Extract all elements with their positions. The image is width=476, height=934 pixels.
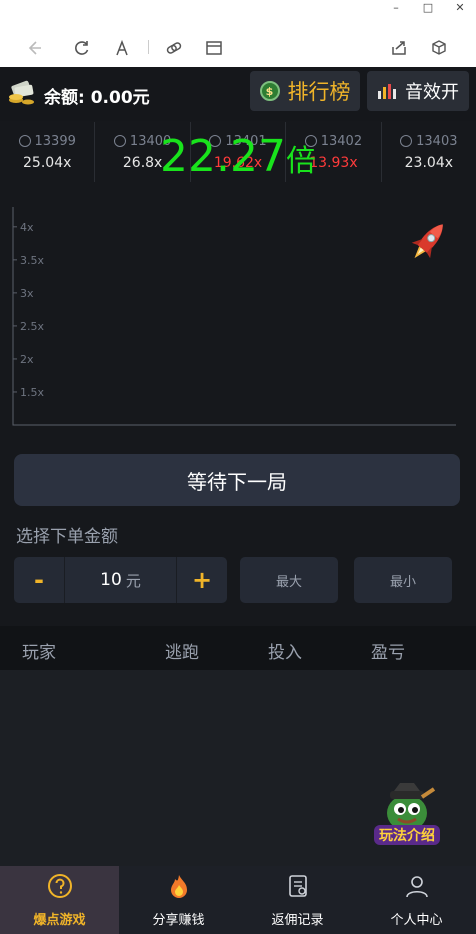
top-bar: 余额: 0.00元 $ 排行榜 音效开 [0, 67, 476, 121]
help-circle-icon [47, 873, 73, 903]
column-player: 玩家 [22, 643, 56, 663]
window-controls: – □ ✕ [380, 0, 476, 18]
maximize-button[interactable]: □ [412, 0, 444, 18]
nav-item[interactable]: 返佣记录 [238, 866, 357, 934]
game-app: 余额: 0.00元 $ 排行榜 音效开 13399 25.04x 13400 26.8… [0, 67, 476, 934]
cube-icon[interactable] [427, 36, 451, 60]
nav-item[interactable]: 个人中心 [357, 866, 476, 934]
multiplier-unit: 倍 [285, 144, 316, 179]
nav-label: 个人中心 [390, 912, 443, 928]
nav-label: 分享赚钱 [152, 912, 205, 928]
multiplier-chart: 1.5x 2x 2.5x 3x 3.5x 4x [12, 207, 457, 427]
leaderboard-button[interactable]: $ 排行榜 [250, 71, 360, 111]
coin-icon: $ [259, 81, 280, 101]
sound-toggle-button[interactable]: 音效开 [367, 71, 469, 111]
y-tick-label: 4x [20, 221, 34, 234]
text-size-icon[interactable] [110, 36, 134, 60]
document-icon [285, 873, 311, 903]
leaderboard-label: 排行榜 [287, 80, 351, 104]
bet-amount-unit: 元 [125, 571, 141, 590]
toolbar-divider [148, 40, 149, 54]
current-multiplier: 22.27倍 [0, 131, 476, 182]
max-bet-button[interactable]: 最大 [240, 557, 338, 603]
y-tick-label: 3x [20, 287, 34, 300]
minimize-button[interactable]: – [380, 0, 412, 18]
share-icon[interactable] [387, 36, 411, 60]
nav-label: 爆点游戏 [33, 912, 86, 928]
nav-label: 返佣记录 [271, 912, 324, 928]
wait-next-round-button[interactable]: 等待下一局 [14, 454, 460, 506]
browser-toolbar: – □ ✕ [0, 0, 476, 67]
how-to-play-label: 玩法介绍 [379, 827, 435, 844]
y-tick-label: 2.5x [20, 320, 44, 333]
close-button[interactable]: ✕ [444, 0, 476, 18]
nav-item[interactable]: 爆点游戏 [0, 866, 119, 934]
increase-bet-button[interactable]: + [177, 557, 227, 603]
y-tick-label: 3.5x [20, 254, 44, 267]
chart-axis [12, 207, 456, 426]
min-bet-button[interactable]: 最小 [354, 557, 452, 603]
nav-item[interactable]: 分享赚钱 [119, 866, 238, 934]
sound-label: 音效开 [405, 82, 459, 103]
multiplier-value: 22.27 [160, 131, 286, 182]
rocket-icon [405, 217, 451, 267]
players-table-header: 玩家 逃跑 投入 盈亏 [0, 626, 476, 670]
how-to-play-button[interactable]: 玩法介绍 [370, 779, 444, 851]
bet-amount-stepper: - 10 元 + [14, 557, 227, 603]
refresh-icon[interactable] [70, 36, 94, 60]
column-bet: 投入 [268, 643, 302, 663]
money-bag-icon [6, 77, 38, 107]
bet-amount-title: 选择下单金额 [16, 527, 118, 547]
y-tick-label: 1.5x [20, 386, 44, 399]
tab-window-icon[interactable] [202, 36, 226, 60]
user-icon [404, 873, 430, 903]
bet-amount-value: 10 [100, 570, 122, 590]
y-tick-label: 2x [20, 353, 34, 366]
column-escape: 逃跑 [165, 643, 199, 663]
fire-icon [166, 873, 192, 903]
link-icon[interactable] [162, 36, 186, 60]
bottom-navigation: 爆点游戏 分享赚钱 返佣记录 个人中心 [0, 866, 476, 934]
chart-svg: 1.5x 2x 2.5x 3x 3.5x 4x [12, 207, 456, 426]
balance-text: 余额: 0.00元 [44, 88, 150, 108]
bar-chart-icon [378, 84, 396, 99]
back-arrow-icon[interactable] [22, 36, 46, 60]
decrease-bet-button[interactable]: - [14, 557, 64, 603]
column-profit: 盈亏 [371, 643, 405, 663]
bet-amount-field[interactable]: 10 元 [64, 557, 177, 603]
